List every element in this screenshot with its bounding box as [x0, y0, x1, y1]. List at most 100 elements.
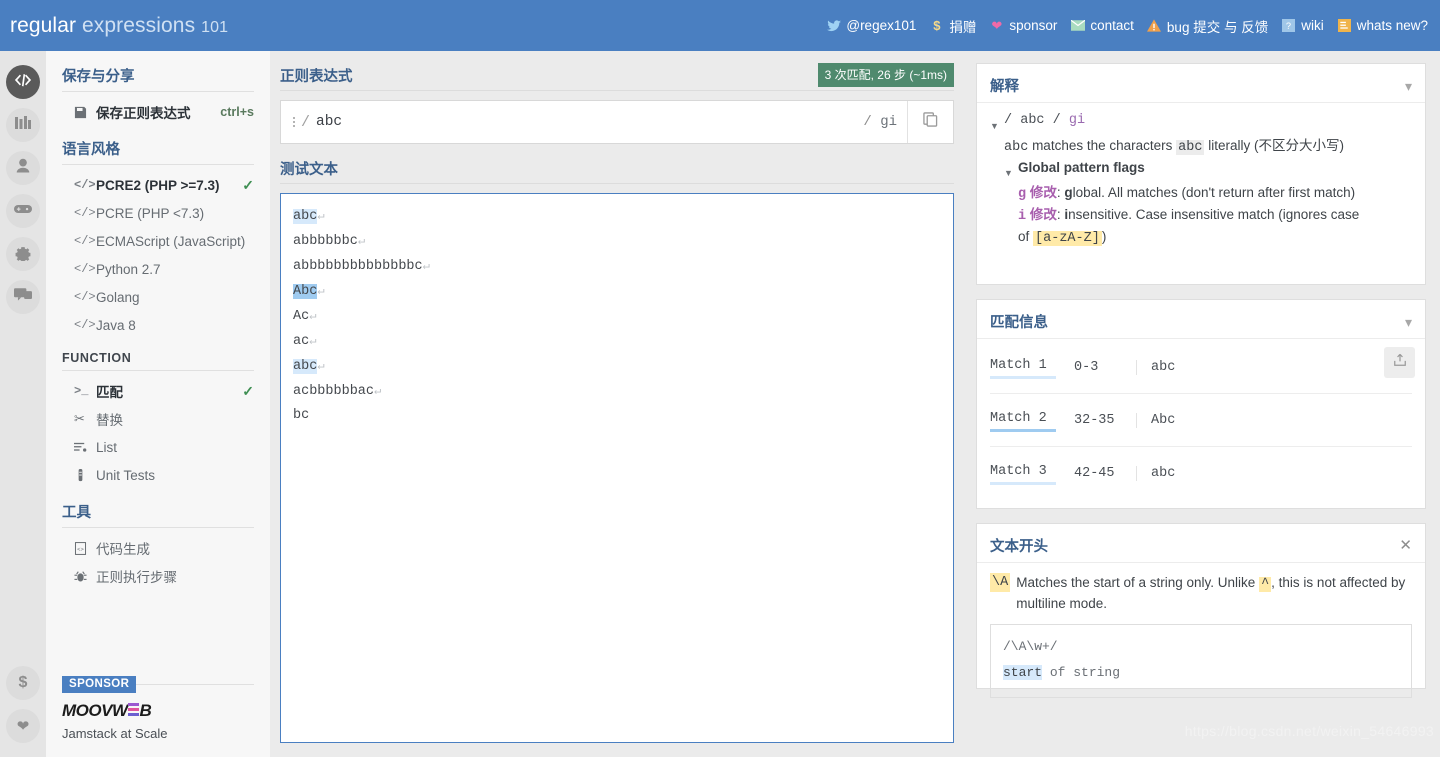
sponsor-tagline: Jamstack at Scale	[62, 726, 168, 741]
site-logo[interactable]: regular expressions 101	[10, 14, 228, 38]
regex-input-main[interactable]: / abc / gi	[281, 101, 907, 143]
logo-part-101: 101	[201, 18, 229, 36]
regex-input[interactable]: abc	[316, 114, 863, 130]
code-icon: </>	[74, 262, 96, 276]
chevron-down-icon[interactable]: ▾	[1405, 315, 1412, 329]
sidebar-item-ecmascript[interactable]: </> ECMAScript (JavaScript)	[62, 227, 254, 255]
flag-modifier-label: 修改	[1029, 207, 1057, 222]
quick-reference-body: \A Matches the start of a string only. U…	[977, 563, 1425, 712]
example-subject: start of string	[1003, 660, 1399, 686]
rail-account-button[interactable]	[6, 151, 40, 185]
community-icon	[14, 286, 32, 309]
match-range: 32-35	[1074, 412, 1115, 428]
newline-glyph: ↵	[317, 209, 325, 223]
newline-glyph: ↵	[317, 359, 325, 373]
tool-label: 正则执行步骤	[96, 570, 177, 585]
test-string-editor[interactable]: abc↵ abbbbbbc↵ abbbbbbbbbbbbbbc↵ Abc↵ Ac…	[280, 193, 954, 743]
nav-sponsor[interactable]: ❤ sponsor	[989, 18, 1057, 33]
nav-label: wiki	[1301, 18, 1324, 33]
sidebar-item-match[interactable]: >_ 匹配 ✓	[62, 377, 254, 405]
rail-gamepad-button[interactable]	[6, 194, 40, 228]
match-count-badge: 3 次匹配, 26 步 (~1ms)	[817, 63, 954, 87]
tool-label: 代码生成	[96, 542, 150, 557]
nav-contact[interactable]: contact	[1070, 18, 1134, 33]
sidebar-item-pcre[interactable]: </> PCRE (PHP <7.3)	[62, 199, 254, 227]
rail-library-button[interactable]	[6, 108, 40, 142]
explanation-card-header: 解释 ▾	[977, 64, 1425, 103]
quick-reference-title: 文本开头	[990, 539, 1048, 555]
nav-bug-report[interactable]: bug 提交 与 反馈	[1147, 16, 1268, 36]
example-rest: of string	[1042, 665, 1121, 680]
code-icon: </>	[74, 318, 96, 332]
nav-whats-new[interactable]: whats new?	[1337, 18, 1428, 33]
flag-tail-post: )	[1101, 229, 1107, 244]
sidebar-item-golang[interactable]: </> Golang	[62, 283, 254, 311]
export-icon	[1393, 353, 1407, 372]
test-panel-header: 测试文本	[280, 158, 954, 184]
flavor-label: ECMAScript (JavaScript)	[96, 233, 246, 249]
sidebar-item-pcre2[interactable]: </> PCRE2 (PHP >=7.3) ✓	[62, 171, 254, 199]
nav-donate[interactable]: $ 捐赠	[929, 16, 976, 36]
flavor-section-title: 语言风格	[62, 138, 254, 165]
chevron-down-icon[interactable]: ▾	[1405, 79, 1412, 93]
flag-name: i	[1018, 209, 1027, 224]
caret-down-icon[interactable]: ▼	[990, 111, 1004, 136]
sidebar-item-code-generator[interactable]: <> 代码生成	[62, 534, 254, 562]
match-highlight: abc	[293, 359, 318, 374]
rail-settings-button[interactable]	[6, 237, 40, 271]
quick-reference-description: \A Matches the start of a string only. U…	[990, 573, 1412, 613]
drag-handle-icon[interactable]	[289, 117, 299, 127]
nav-twitter[interactable]: @regex101	[826, 18, 916, 33]
match-value: Abc	[1136, 412, 1175, 428]
test-line-text: ac	[293, 334, 310, 349]
match-label: Match 1	[990, 358, 1074, 379]
tools-section-title: 工具	[62, 501, 254, 528]
sponsor-header: SPONSOR	[62, 676, 254, 693]
global-flags-title: Global pattern flags	[1018, 160, 1145, 175]
debugger-icon	[74, 570, 96, 583]
sidebar-item-java[interactable]: </> Java 8	[62, 311, 254, 339]
nav-wiki[interactable]: ? wiki	[1281, 18, 1324, 33]
rail-donate-button[interactable]: $	[6, 666, 40, 700]
sidebar-item-substitution[interactable]: ✂ 替换	[62, 405, 254, 433]
heart-icon: ❤	[991, 18, 1003, 33]
mail-icon	[1070, 18, 1085, 33]
caret-down-icon[interactable]: ▼	[1004, 158, 1018, 183]
code-icon: </>	[74, 290, 96, 304]
copy-icon	[923, 112, 938, 132]
list-icon	[74, 441, 96, 454]
sidebar-item-python[interactable]: </> Python 2.7	[62, 255, 254, 283]
match-value: abc	[1136, 466, 1175, 481]
match-row[interactable]: Match 1 0-3 abc	[990, 341, 1412, 394]
export-matches-button[interactable]	[1384, 347, 1415, 378]
explanation-pattern-row[interactable]: ▼ / abc / gi	[990, 111, 1412, 136]
newline-glyph: ↵	[422, 259, 430, 273]
explanation-body: ▼ / abc / gi abc matches the characters …	[977, 103, 1425, 263]
explanation-flags-group[interactable]: ▼ Global pattern flags	[990, 158, 1412, 183]
sidebar-item-unit-tests[interactable]: Unit Tests	[62, 461, 254, 489]
flag-name: g	[1018, 187, 1027, 202]
twitter-icon	[826, 18, 841, 33]
match-range: 0-3	[1074, 359, 1099, 375]
sponsor-logo-e-mark: E	[127, 701, 140, 721]
sponsor-block[interactable]: SPONSOR MOOVWEB Jamstack at Scale	[62, 676, 254, 741]
regex-input-box[interactable]: / abc / gi	[280, 100, 954, 144]
menu-item-save-regex[interactable]: 保存正则表达式 ctrl+s	[62, 98, 254, 126]
match-row[interactable]: Match 2 32-35 Abc	[990, 394, 1412, 447]
sidebar-item-debugger[interactable]: 正则执行步骤	[62, 562, 254, 590]
test-line-text: acbbbbbbac	[293, 384, 375, 399]
library-icon	[14, 114, 32, 137]
flag-text: nsensitive. Case insensitive match (igno…	[1068, 207, 1360, 222]
copy-regex-button[interactable]	[907, 101, 953, 143]
match-info-card-header: 匹配信息 ▾	[977, 300, 1425, 339]
match-row[interactable]: Match 3 42-45 abc	[990, 447, 1412, 500]
rail-code-icon-button[interactable]	[6, 65, 40, 99]
flag-modifier-label: 修改	[1029, 185, 1057, 200]
sidebar-item-list[interactable]: List	[62, 433, 254, 461]
newline-glyph: ↵	[309, 309, 317, 323]
explanation-flag-row: g 修改: global. All matches (don't return …	[990, 183, 1412, 205]
regex-flags[interactable]: / gi	[863, 114, 897, 130]
rail-favorite-button[interactable]: ❤	[6, 709, 40, 743]
close-icon[interactable]: ✕	[1399, 538, 1412, 553]
rail-community-button[interactable]	[6, 280, 40, 314]
